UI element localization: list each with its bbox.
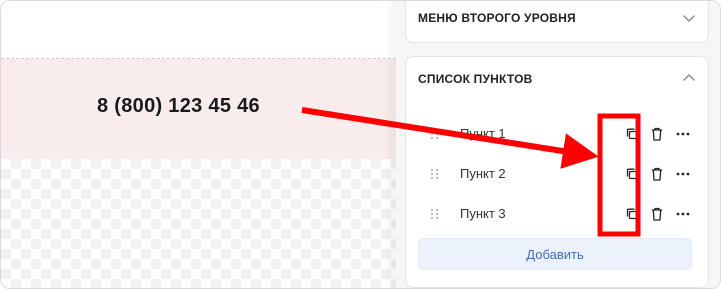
trash-icon[interactable] — [650, 126, 664, 142]
page-preview-canvas: 8 (800) 123 45 46 — [1, 1, 396, 288]
drag-handle-icon[interactable] — [430, 128, 440, 140]
phone-block[interactable]: 8 (800) 123 45 46 — [1, 59, 396, 159]
list-item[interactable]: Пункт 3 — [418, 199, 698, 229]
add-item-button[interactable]: Добавить — [418, 238, 692, 270]
list-section-title: СПИСОК ПУНКТОВ — [418, 72, 533, 86]
app-window: 8 (800) 123 45 46 МЕНЮ ВТОРОГО УРОВНЯ СП… — [0, 0, 721, 289]
list-section: СПИСОК ПУНКТОВ Пункт 1 Пункт 2 Пункт 3 Д… — [405, 56, 709, 288]
copy-icon[interactable] — [625, 207, 639, 221]
more-horizontal-icon[interactable] — [675, 166, 691, 182]
empty-area-transparent — [1, 159, 396, 288]
submenu-section[interactable]: МЕНЮ ВТОРОГО УРОВНЯ — [405, 1, 709, 43]
settings-panel: МЕНЮ ВТОРОГО УРОВНЯ СПИСОК ПУНКТОВ Пункт… — [396, 1, 720, 288]
phone-number: 8 (800) 123 45 46 — [96, 94, 260, 117]
trash-icon[interactable] — [650, 206, 664, 222]
more-horizontal-icon[interactable] — [675, 206, 691, 222]
list-item-label: Пункт 3 — [460, 206, 506, 221]
preview-header-area — [1, 1, 396, 58]
submenu-section-title: МЕНЮ ВТОРОГО УРОВНЯ — [418, 11, 576, 25]
list-item[interactable]: Пункт 1 — [418, 119, 698, 149]
trash-icon[interactable] — [650, 166, 664, 182]
chevron-up-icon[interactable] — [682, 71, 696, 85]
drag-handle-icon[interactable] — [430, 168, 440, 180]
drag-handle-icon[interactable] — [430, 208, 440, 220]
list-item[interactable]: Пункт 2 — [418, 159, 698, 189]
more-horizontal-icon[interactable] — [675, 126, 691, 142]
list-item-label: Пункт 2 — [460, 166, 506, 181]
copy-icon[interactable] — [625, 127, 639, 141]
chevron-down-icon[interactable] — [682, 11, 696, 25]
copy-icon[interactable] — [625, 167, 639, 181]
list-item-label: Пункт 1 — [460, 126, 506, 141]
